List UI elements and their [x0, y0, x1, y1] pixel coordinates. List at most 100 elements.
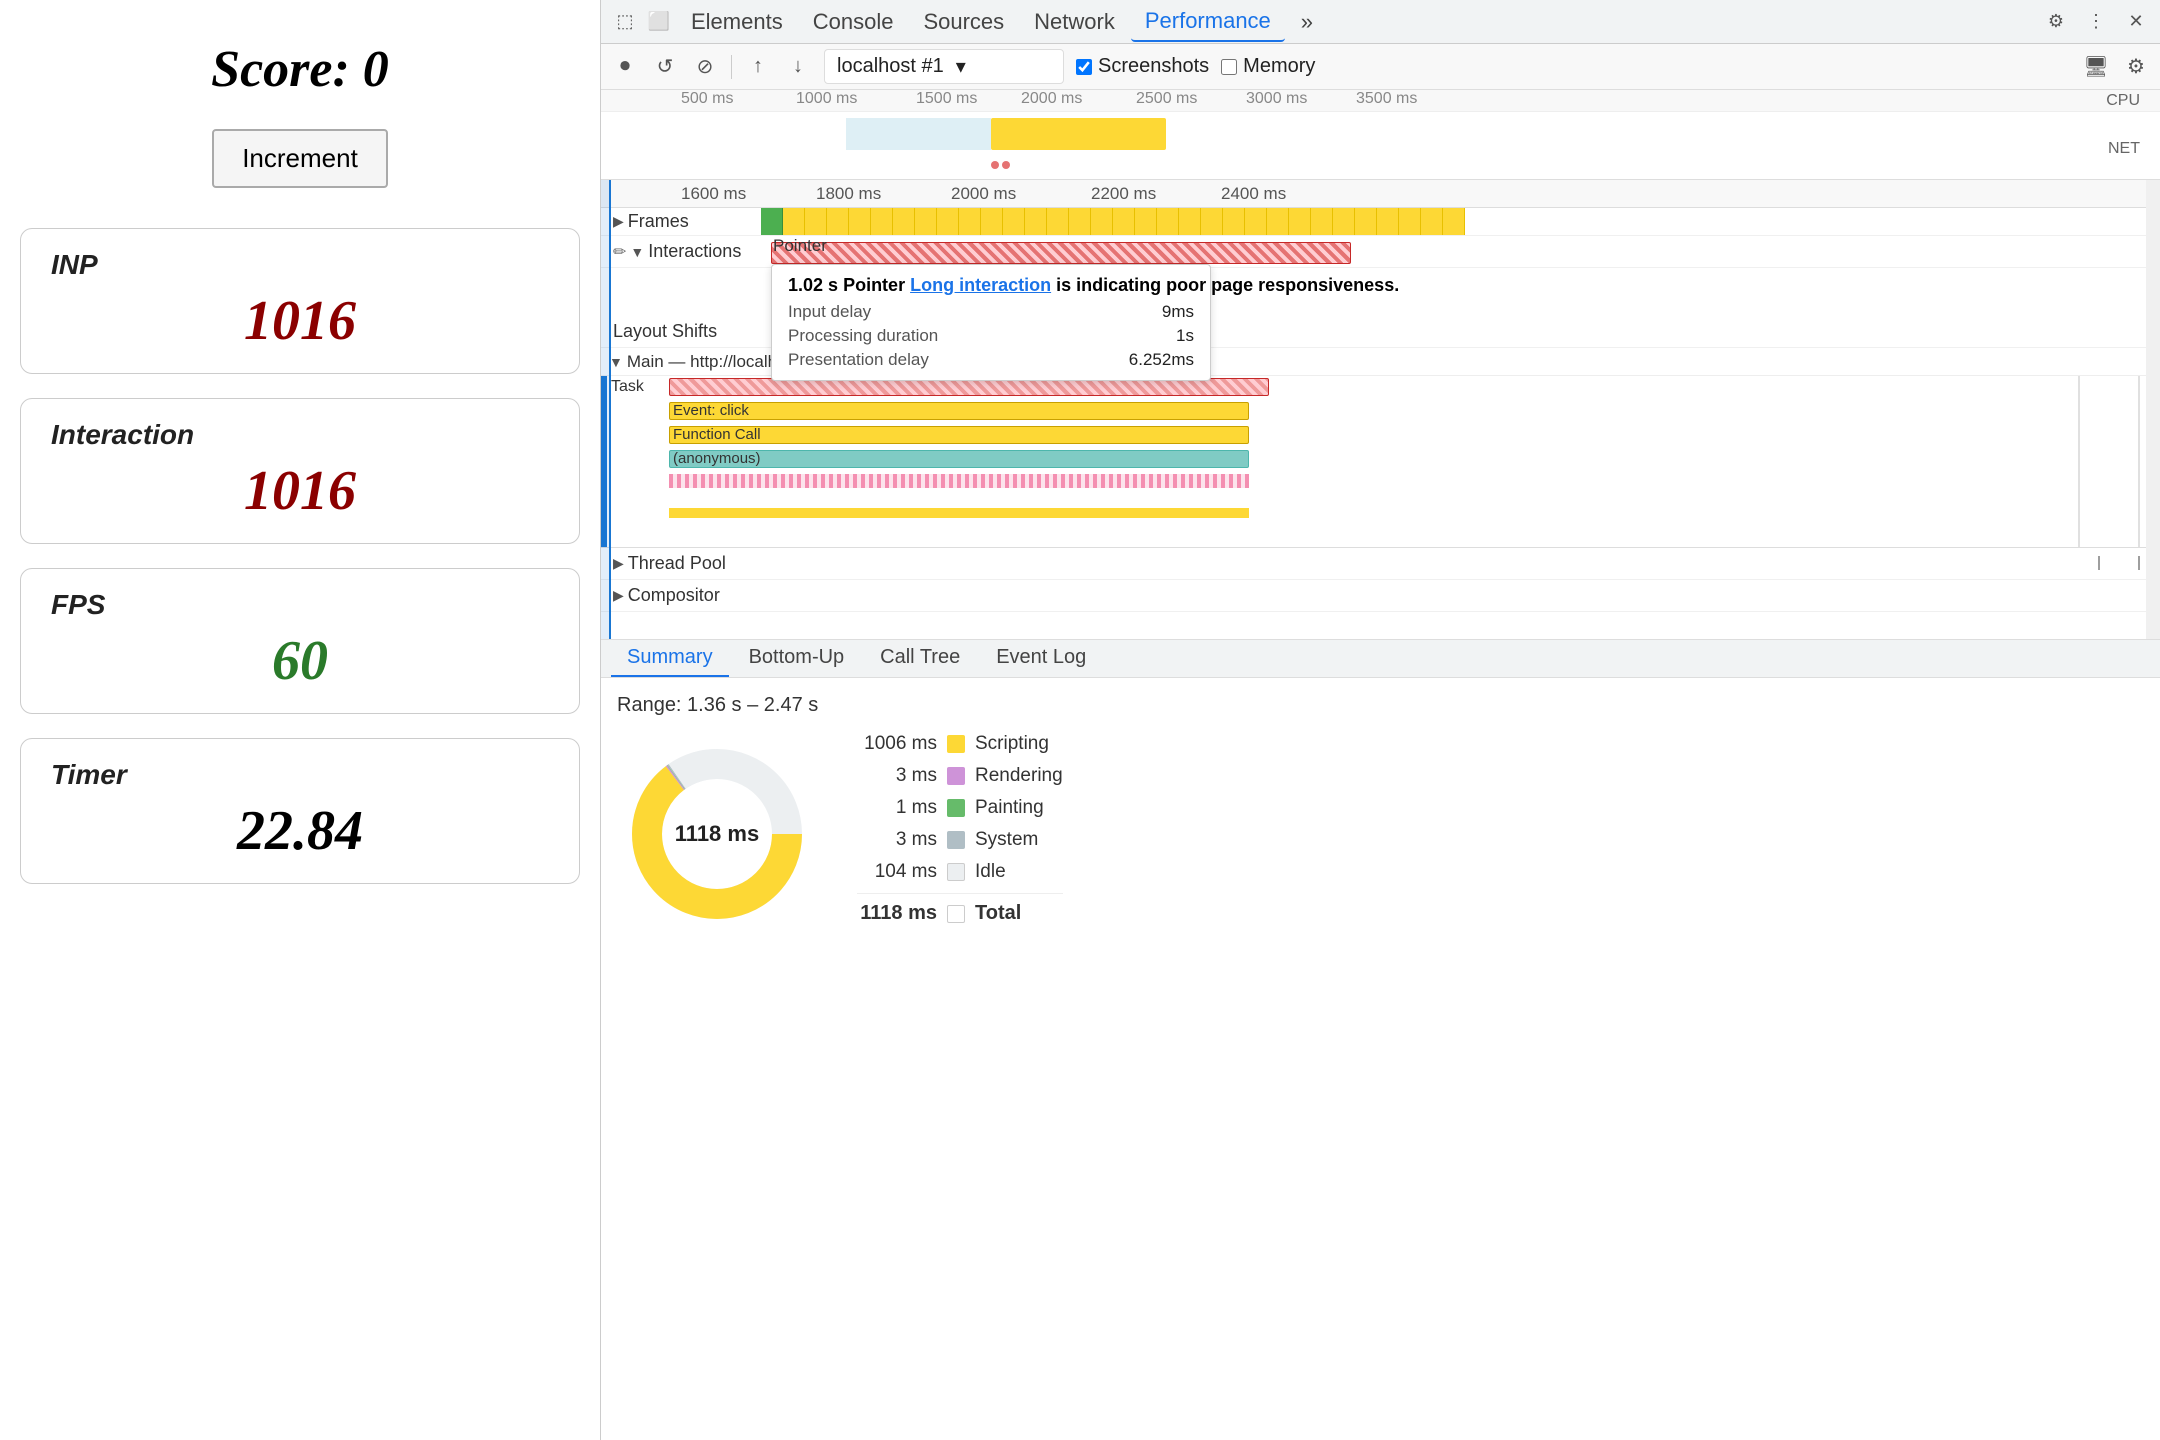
interactions-section: ✏ ▼ Interactions Pointer 1 — [601, 236, 2160, 316]
memory-checkbox[interactable] — [1221, 59, 1237, 75]
function-call-row: Function Call — [609, 424, 2160, 448]
cpu-label: CPU — [2106, 92, 2140, 110]
tab-sources[interactable]: Sources — [909, 3, 1018, 41]
main-triangle[interactable]: ▼ — [609, 354, 623, 370]
interaction-label: Interaction — [51, 419, 549, 451]
score-title: Score: 0 — [20, 40, 580, 99]
timeline-overview[interactable]: 500 ms 1000 ms 1500 ms 2000 ms 2500 ms 3… — [601, 90, 2160, 180]
cpu-light-area — [846, 118, 991, 150]
cpu-usage-bar — [991, 118, 1166, 150]
long-interaction-link[interactable]: Long interaction — [910, 275, 1051, 295]
inspect-icon[interactable]: ⬚ — [609, 6, 641, 38]
inp-label: INP — [51, 249, 549, 281]
frame-block — [937, 208, 959, 235]
timer-label: Timer — [51, 759, 549, 791]
interaction-tooltip: 1.02 s Pointer Long interaction is indic… — [771, 264, 1211, 381]
frame-block — [1135, 208, 1157, 235]
vertical-dots-icon[interactable]: ⋮ — [2080, 6, 2112, 38]
frame-block — [893, 208, 915, 235]
frame-block — [1311, 208, 1333, 235]
pencil-icon: ✏ — [613, 242, 626, 262]
tab-bottom-up[interactable]: Bottom-Up — [733, 640, 861, 677]
vert-marker-1 — [2078, 376, 2080, 547]
net-marks — [991, 161, 1010, 169]
frame-block — [1355, 208, 1377, 235]
frame-block — [1091, 208, 1113, 235]
thread-mark-2 — [2138, 556, 2140, 570]
inp-value: 1016 — [51, 289, 549, 353]
reload-icon[interactable]: ↺ — [651, 54, 679, 79]
tooltip-title: 1.02 s Pointer Long interaction is indic… — [788, 275, 1194, 296]
compositor-content — [761, 580, 2160, 611]
screenshots-checkbox-label[interactable]: Screenshots — [1076, 55, 1209, 78]
legend-idle: 104 ms Idle — [857, 861, 1063, 883]
frames-triangle[interactable]: ▶ — [613, 213, 624, 230]
frame-block — [1399, 208, 1421, 235]
frame-block — [871, 208, 893, 235]
compositor-track: ▶ Compositor — [601, 580, 2160, 612]
frames-track: ▶ Frames — [601, 208, 2160, 236]
ruler-1500: 1500 ms — [916, 90, 977, 108]
total-ms: 1118 ms — [857, 902, 937, 925]
tab-call-tree[interactable]: Call Tree — [864, 640, 976, 677]
download-icon[interactable]: ↓ — [784, 55, 812, 78]
total-label: Total — [975, 902, 1021, 925]
bottom-tabs: Summary Bottom-Up Call Tree Event Log — [601, 640, 2160, 678]
idle-ms: 104 ms — [857, 861, 937, 883]
clear-icon[interactable]: ⊘ — [691, 54, 719, 79]
increment-button[interactable]: Increment — [212, 129, 388, 188]
close-icon[interactable]: ✕ — [2120, 6, 2152, 38]
record-icon[interactable]: ⏺ — [611, 55, 639, 78]
frame-block — [827, 208, 849, 235]
tab-performance[interactable]: Performance — [1131, 2, 1285, 42]
thread-pool-label: ▶ Thread Pool — [601, 553, 761, 574]
thread-pool-triangle[interactable]: ▶ — [613, 555, 624, 572]
tab-console[interactable]: Console — [799, 3, 908, 41]
legend-rendering: 3 ms Rendering — [857, 765, 1063, 787]
left-panel: Score: 0 Increment INP 1016 Interaction … — [0, 0, 600, 1440]
frame-block — [1421, 208, 1443, 235]
url-dropdown-icon[interactable]: ▾ — [956, 54, 966, 79]
gear-icon[interactable]: ⚙ — [2122, 54, 2150, 79]
tab-elements[interactable]: Elements — [677, 3, 797, 41]
compositor-triangle[interactable]: ▶ — [613, 587, 624, 604]
frame-block — [1289, 208, 1311, 235]
frame-block — [1113, 208, 1135, 235]
summary-content: 1118 ms 1006 ms Scripting 3 ms Rendering… — [617, 733, 2144, 935]
memory-checkbox-label[interactable]: Memory — [1221, 55, 1315, 78]
settings-icon[interactable]: ⚙ — [2040, 6, 2072, 38]
upload-icon[interactable]: ↑ — [744, 55, 772, 78]
rendering-ms: 3 ms — [857, 765, 937, 787]
frame-block — [1179, 208, 1201, 235]
devtools-tab-bar: ⬚ ⬜ Elements Console Sources Network Per… — [601, 0, 2160, 44]
detail-1800: 1800 ms — [816, 184, 881, 204]
frame-block — [761, 208, 783, 235]
device-icon[interactable]: ⬜ — [643, 6, 675, 38]
frame-block — [1245, 208, 1267, 235]
tab-network[interactable]: Network — [1020, 3, 1129, 41]
event-click-row: Event: click — [609, 400, 2160, 424]
yellow-bottom-row — [609, 492, 2160, 508]
network-settings-icon[interactable]: 🖥 — [2082, 54, 2110, 79]
tab-more[interactable]: » — [1287, 3, 1327, 41]
ruler-2500: 2500 ms — [1136, 90, 1197, 108]
interactions-triangle[interactable]: ▼ — [630, 244, 644, 260]
legend-total: 1118 ms Total — [857, 902, 1063, 925]
tab-event-log[interactable]: Event Log — [980, 640, 1102, 677]
timeline-scrollbar[interactable] — [2146, 180, 2160, 639]
net-label: NET — [2108, 140, 2140, 158]
tooltip-presentation: Presentation delay 6.252ms — [788, 350, 1194, 370]
timer-card: Timer 22.84 — [20, 738, 580, 884]
timeline-detail[interactable]: 1600 ms 1800 ms 2000 ms 2200 ms 2400 ms … — [601, 180, 2160, 640]
tab-summary[interactable]: Summary — [611, 640, 729, 677]
frame-block — [1201, 208, 1223, 235]
frames-label: ▶ Frames — [601, 211, 761, 232]
thread-pool-content — [761, 548, 2160, 579]
detail-2200: 2200 ms — [1091, 184, 1156, 204]
pink-bar — [669, 474, 1249, 488]
idle-label: Idle — [975, 861, 1006, 883]
screenshots-checkbox[interactable] — [1076, 59, 1092, 75]
thread-mark-1 — [2098, 556, 2100, 570]
frame-block — [1025, 208, 1047, 235]
system-dot — [947, 831, 965, 849]
